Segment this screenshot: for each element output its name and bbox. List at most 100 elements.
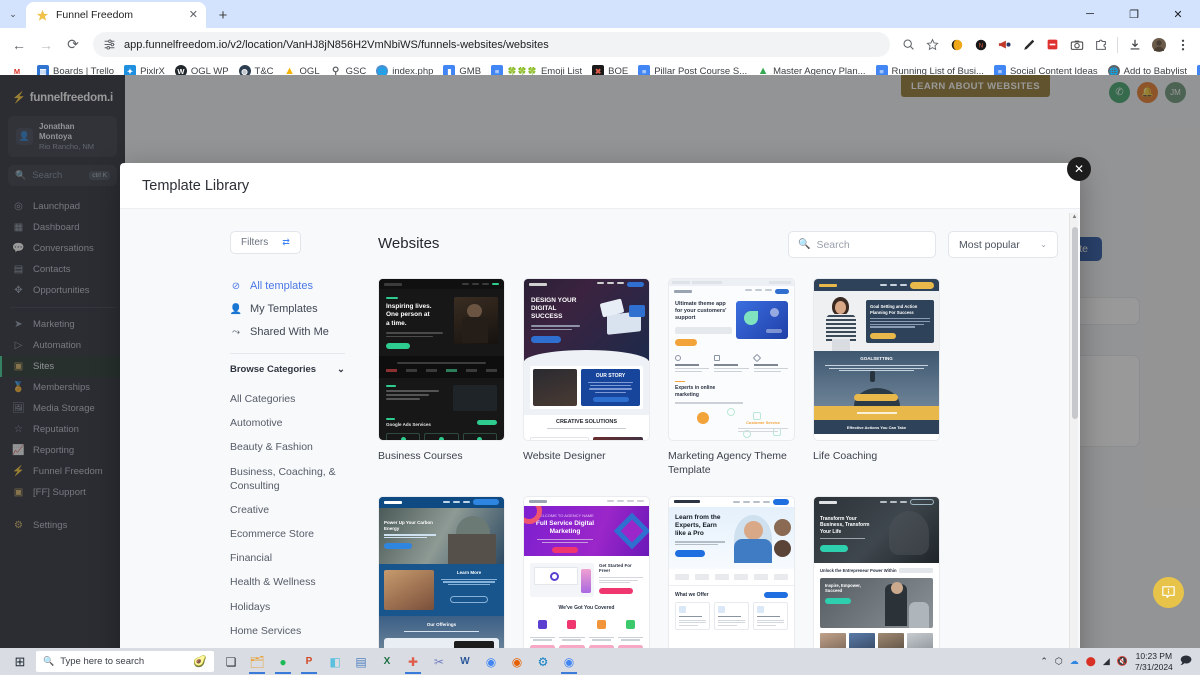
template-card-label: Website Designer: [523, 450, 606, 462]
template-card[interactable]: Power Up Your Carbon Energy Learn More O…: [378, 495, 505, 648]
sort-dropdown[interactable]: Most popular ⌄: [948, 231, 1058, 258]
action-center-icon[interactable]: 🗩: [1180, 652, 1192, 671]
modal-title: Template Library: [142, 177, 250, 194]
address-bar[interactable]: app.funnelfreedom.io/v2/location/VanHJ8j…: [93, 32, 890, 57]
template-library-content: Filters ⇄ ⊘ All templates 👤 My Templates: [120, 209, 1080, 648]
browse-categories-header[interactable]: Browse Categories ⌄: [230, 364, 345, 375]
filters-button[interactable]: Filters ⇄: [230, 231, 301, 254]
reload-icon[interactable]: ⟳: [60, 32, 86, 58]
close-window-button[interactable]: ✕: [1156, 0, 1200, 28]
template-thumbnail[interactable]: Inspiring lives. One person at a time. G…: [378, 278, 505, 441]
zoom-icon[interactable]: [897, 33, 920, 56]
calculator-icon[interactable]: ▤: [348, 649, 374, 674]
template-card[interactable]: WELCOME TO AGENCY NAME Full Service Digi…: [523, 495, 650, 648]
firefox-icon[interactable]: ◉: [504, 649, 530, 674]
minimize-button[interactable]: ─: [1068, 0, 1112, 28]
funnel-freedom-favicon: [36, 9, 49, 21]
library-link-all-templates[interactable]: ⊘ All templates: [230, 276, 378, 299]
bookmark-star-icon[interactable]: [921, 33, 944, 56]
close-icon[interactable]: ✕: [1067, 157, 1091, 181]
word-icon[interactable]: W: [452, 649, 478, 674]
extension-camera-icon[interactable]: [1065, 33, 1088, 56]
profile-avatar-icon[interactable]: [1147, 33, 1170, 56]
category-item[interactable]: Business, Coaching, & Consulting: [230, 460, 348, 498]
search-input[interactable]: 🔍 Search: [788, 231, 936, 258]
extensions-puzzle-icon[interactable]: [1089, 33, 1112, 56]
file-explorer-icon[interactable]: 🗂: [244, 649, 270, 674]
maximize-button[interactable]: ❐: [1112, 0, 1156, 28]
modal-vertical-scrollbar[interactable]: ▲ ▼: [1069, 213, 1078, 648]
template-thumbnail[interactable]: Ultimate theme app for your customers' s…: [668, 278, 795, 441]
chevron-down-icon: ⌄: [337, 364, 345, 375]
avocado-icon: 🥑: [193, 656, 207, 668]
category-item[interactable]: Creative: [230, 498, 348, 522]
chrome-icon[interactable]: ◉: [478, 649, 504, 674]
category-item[interactable]: Holidays: [230, 595, 348, 619]
chrome-menu-icon[interactable]: [1171, 33, 1194, 56]
forward-icon[interactable]: →: [33, 32, 59, 58]
extension-moon-icon[interactable]: [945, 33, 968, 56]
onedrive-icon[interactable]: ☁: [1070, 656, 1079, 667]
health-icon[interactable]: ✚: [400, 649, 426, 674]
journal-icon[interactable]: ◧: [322, 649, 348, 674]
scroll-up-arrow[interactable]: ▲: [1071, 214, 1078, 220]
chrome-active-icon[interactable]: ◉: [556, 649, 582, 674]
template-card[interactable]: Ultimate theme app for your customers' s…: [668, 278, 795, 478]
template-thumbnail[interactable]: Transform Your Business, Transform Your …: [813, 495, 940, 648]
extension-pen-icon[interactable]: [1017, 33, 1040, 56]
download-icon[interactable]: [1123, 33, 1146, 56]
show-hidden-icons[interactable]: ⌃: [1040, 656, 1048, 667]
wifi-icon[interactable]: ◢: [1103, 656, 1110, 667]
info-bubble-icon[interactable]: [1153, 577, 1184, 608]
taskbar-clock[interactable]: 10:23 PM 7/31/2024: [1135, 651, 1173, 672]
extension-dark-icon[interactable]: N: [969, 33, 992, 56]
template-card[interactable]: Goal Setting and Action Planning For Suc…: [813, 278, 940, 478]
tab-close-icon[interactable]: ✕: [187, 8, 200, 23]
windows-taskbar: ⊞ 🔍 Type here to search 🥑 ❏ 🗂 ● P ◧ ▤ X …: [0, 648, 1200, 675]
filters-label: Filters: [241, 237, 269, 248]
template-card[interactable]: Inspiring lives. One person at a time. G…: [378, 278, 505, 478]
category-item[interactable]: Financial: [230, 546, 348, 570]
template-card[interactable]: Learn from the Experts, Earn like a Pro: [668, 495, 795, 648]
category-item[interactable]: Automotive: [230, 411, 348, 435]
site-settings-icon[interactable]: [103, 38, 116, 51]
tab-strip: ⌄ Funnel Freedom ✕ +: [0, 0, 1068, 28]
extension-megaphone-icon[interactable]: [993, 33, 1016, 56]
tab-title: Funnel Freedom: [56, 9, 134, 21]
antivirus-icon[interactable]: ⬤: [1086, 656, 1096, 667]
taskbar-search-input[interactable]: 🔍 Type here to search 🥑: [36, 651, 214, 672]
library-link-my-templates[interactable]: 👤 My Templates: [230, 299, 378, 322]
template-thumbnail[interactable]: DESIGN YOUR DIGITAL SUCCESS OUR STORY CR…: [523, 278, 650, 441]
extension-red-icon[interactable]: [1041, 33, 1064, 56]
dropbox-icon[interactable]: ⬡: [1055, 656, 1063, 667]
back-icon[interactable]: ←: [6, 32, 32, 58]
volume-mute-icon[interactable]: 🔇: [1117, 656, 1128, 667]
snipping-tool-icon[interactable]: ✂: [426, 649, 452, 674]
browser-tab[interactable]: Funnel Freedom ✕: [26, 2, 206, 28]
new-tab-button[interactable]: +: [210, 2, 236, 28]
category-item[interactable]: Ecommerce Store: [230, 522, 348, 546]
powerpoint-icon[interactable]: P: [296, 649, 322, 674]
template-thumbnail[interactable]: WELCOME TO AGENCY NAME Full Service Digi…: [523, 495, 650, 648]
template-card[interactable]: DESIGN YOUR DIGITAL SUCCESS OUR STORY CR…: [523, 278, 650, 478]
spotify-icon[interactable]: ●: [270, 649, 296, 674]
category-item[interactable]: Beauty & Fashion: [230, 435, 348, 459]
library-link-shared-with-me[interactable]: ⤳ Shared With Me: [230, 322, 378, 345]
template-thumbnail[interactable]: Learn from the Experts, Earn like a Pro: [668, 495, 795, 648]
task-view-icon[interactable]: ❏: [218, 649, 244, 674]
template-thumbnail[interactable]: Power Up Your Carbon Energy Learn More O…: [378, 495, 505, 648]
tab-search-icon[interactable]: ⌄: [0, 0, 26, 28]
start-button[interactable]: ⊞: [4, 654, 36, 670]
template-card[interactable]: Transform Your Business, Transform Your …: [813, 495, 940, 648]
library-link-label: All templates: [250, 280, 313, 292]
category-item[interactable]: Home Services: [230, 619, 348, 643]
category-item[interactable]: All Categories: [230, 387, 348, 411]
template-thumbnail[interactable]: Goal Setting and Action Planning For Suc…: [813, 278, 940, 441]
search-icon: 🔍: [798, 239, 811, 250]
browser-titlebar: ⌄ Funnel Freedom ✕ + ─ ❐ ✕: [0, 0, 1200, 28]
excel-icon[interactable]: X: [374, 649, 400, 674]
vertical-scroll-thumb[interactable]: [1071, 227, 1078, 419]
toolbar-divider: [1117, 36, 1118, 53]
category-item[interactable]: Health & Wellness: [230, 570, 348, 594]
settings-icon[interactable]: ⚙: [530, 649, 556, 674]
